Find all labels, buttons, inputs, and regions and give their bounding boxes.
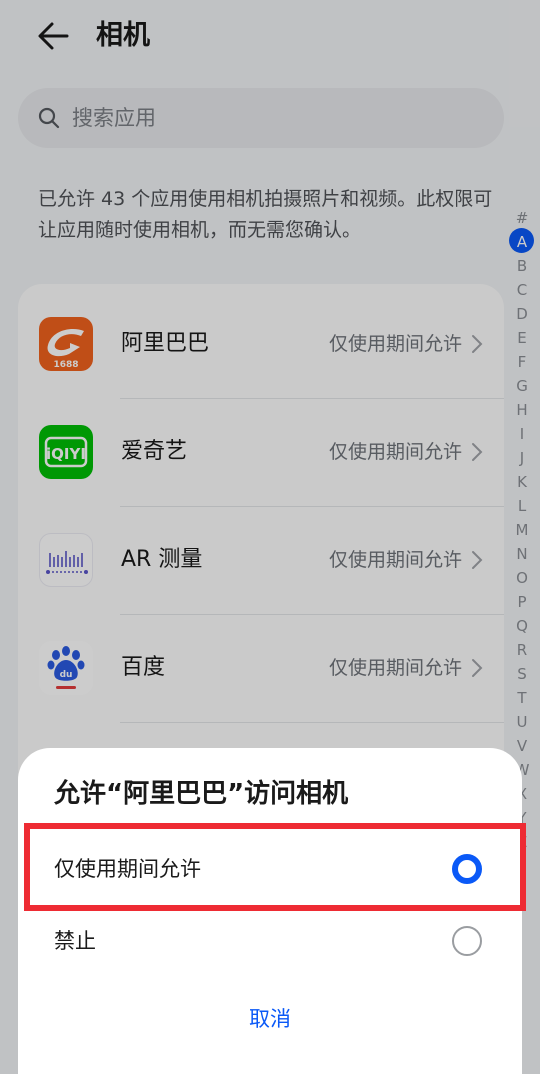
dialog-title: 允许“阿里巴巴”访问相机 — [54, 779, 349, 809]
option-deny[interactable]: 禁止 — [18, 906, 522, 976]
permission-dialog: 允许“阿里巴巴”访问相机 仅使用期间允许 禁止 取消 — [18, 748, 522, 1074]
highlight-annotation-box — [24, 823, 526, 911]
option-label: 禁止 — [54, 929, 96, 953]
cancel-button[interactable]: 取消 — [18, 994, 522, 1044]
radio-unselected-icon[interactable] — [452, 926, 482, 956]
